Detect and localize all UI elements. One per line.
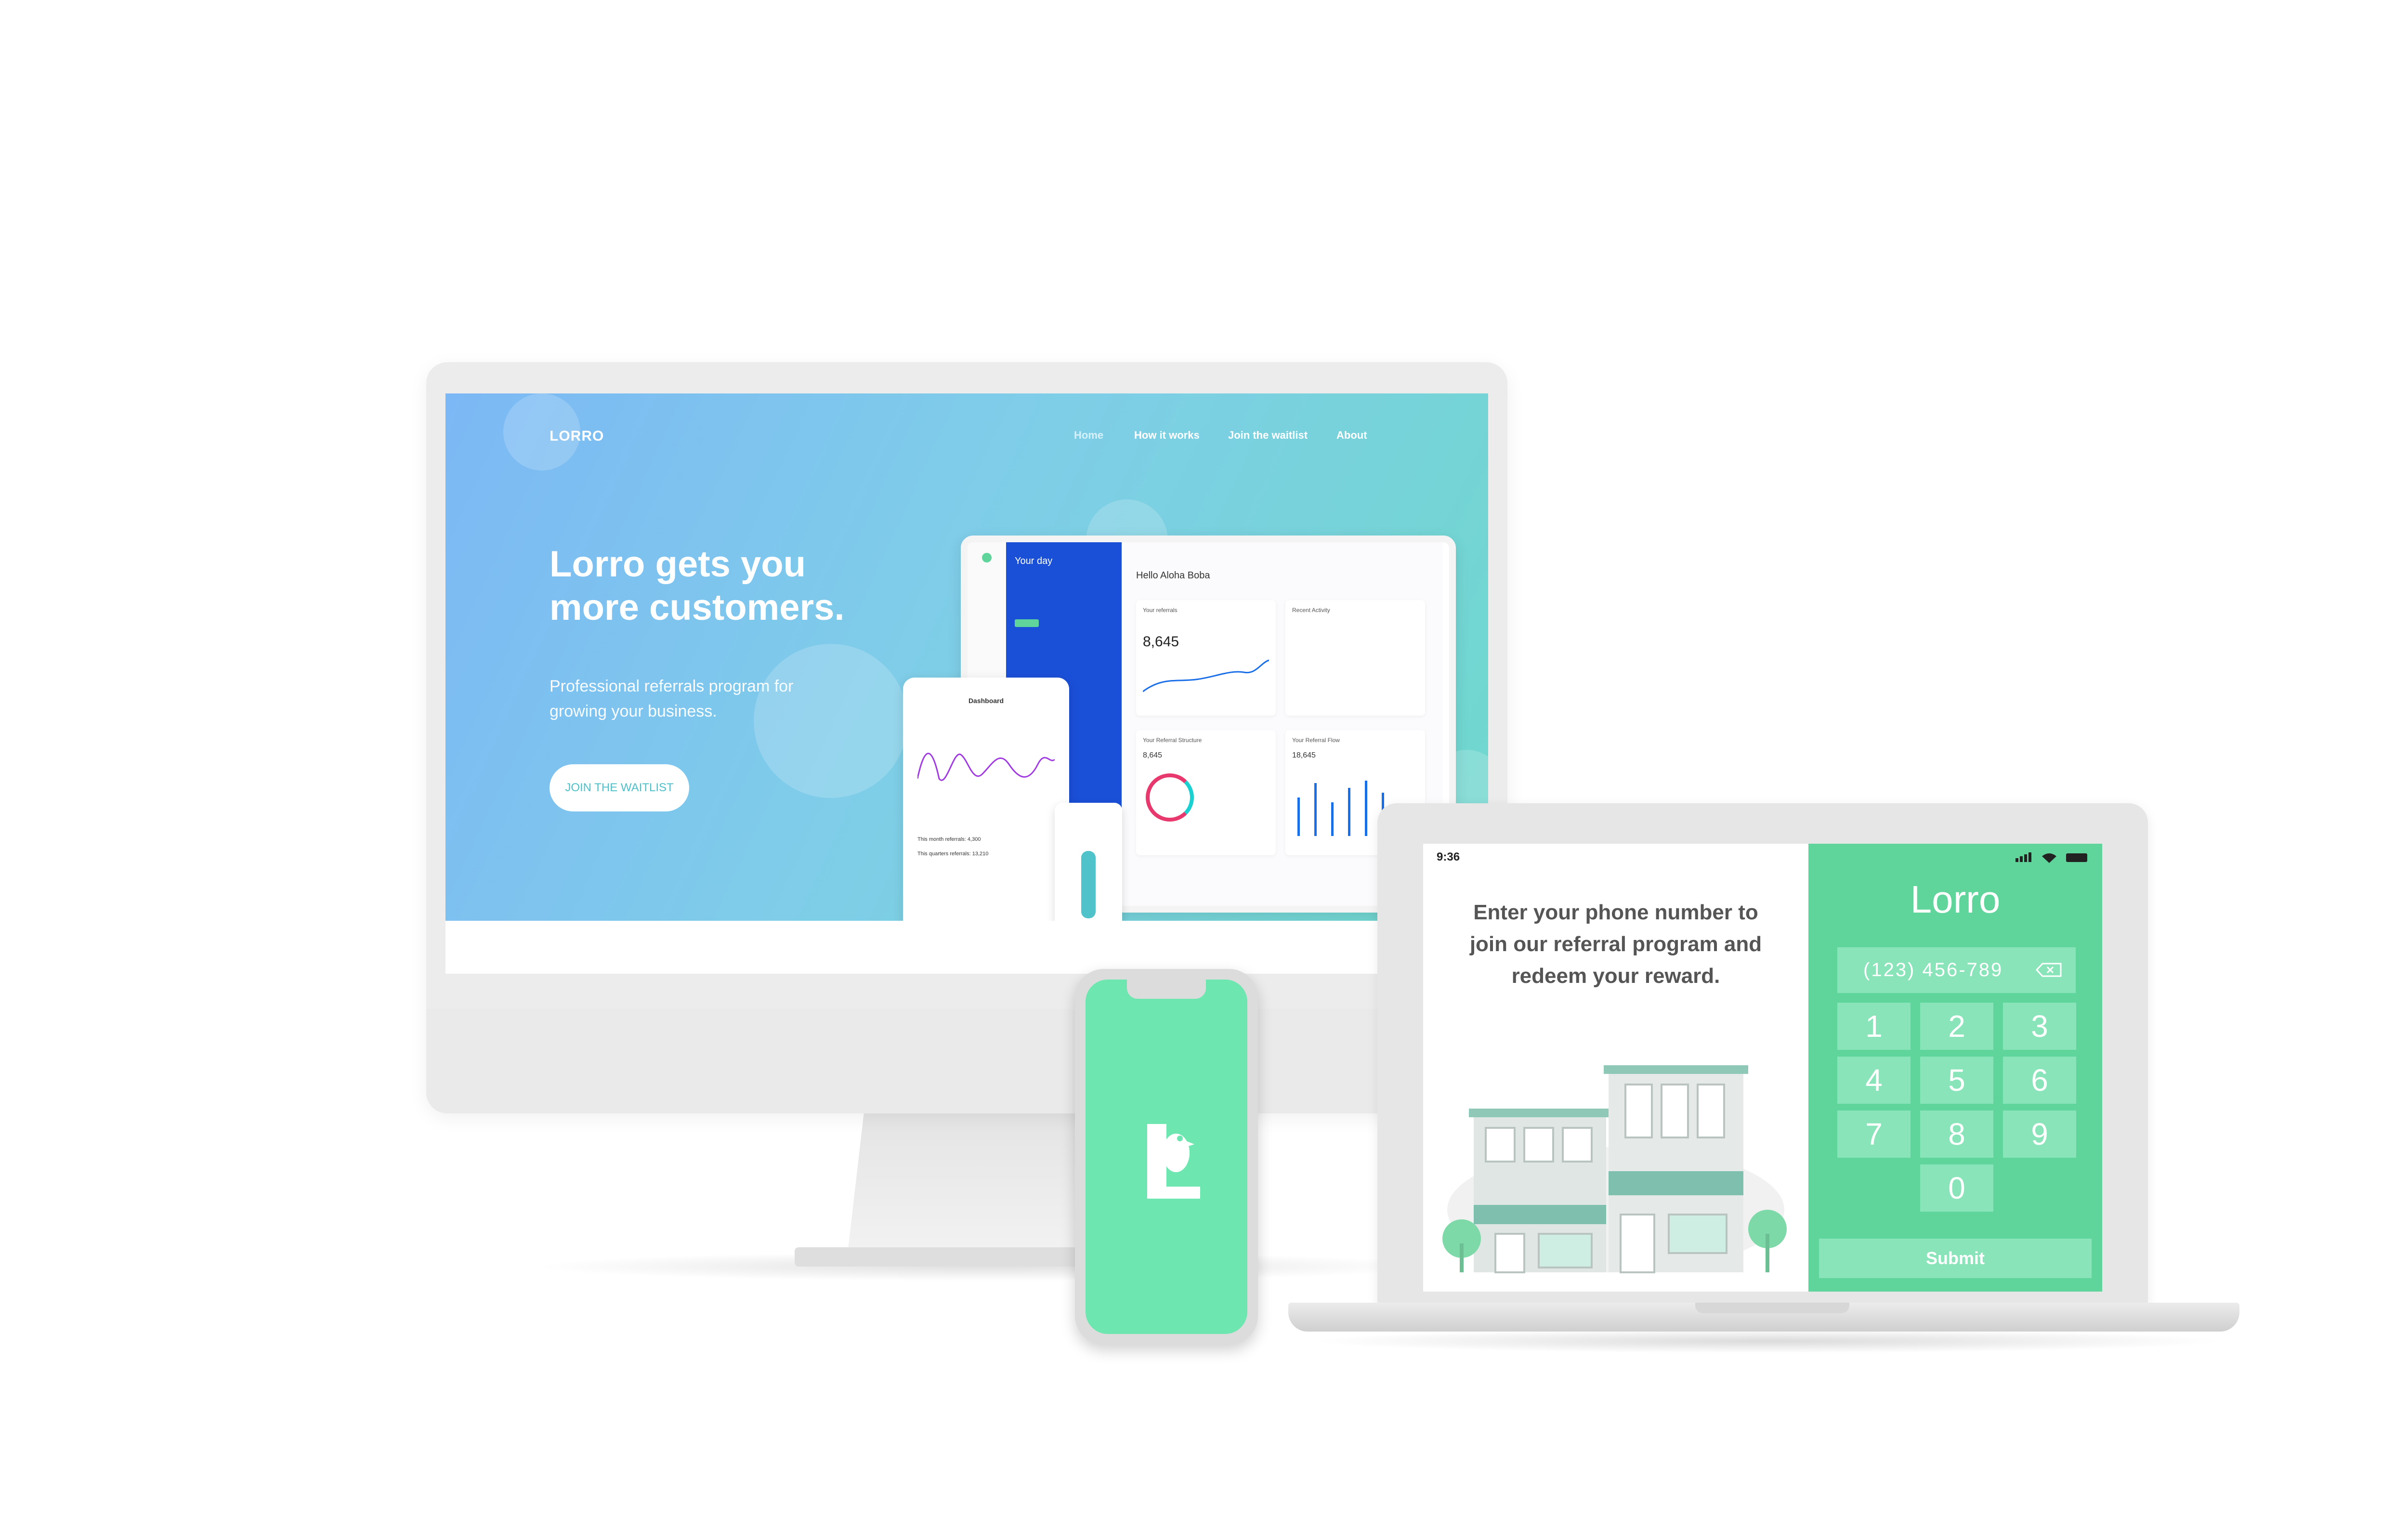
keypad-key-1[interactable]: 1 — [1837, 1003, 1911, 1050]
dashboard-logo-icon — [982, 553, 992, 562]
referrals-card-label: Your referrals — [1143, 607, 1178, 614]
laptop-shadow — [1310, 1329, 2225, 1353]
flow-card-value: 18,645 — [1292, 751, 1316, 759]
nav-join-waitlist[interactable]: Join the waitlist — [1228, 429, 1308, 442]
referrals-sparkline — [1143, 659, 1269, 693]
kiosk-prompt-line3: redeem your reward. — [1511, 964, 1720, 988]
backspace-icon[interactable] — [2036, 963, 2062, 977]
day-panel-title: Your day — [1015, 556, 1053, 566]
brand-logo[interactable]: LORRO — [550, 428, 604, 444]
keypad-key-9[interactable]: 9 — [2003, 1111, 2076, 1158]
structure-donut — [1146, 773, 1194, 822]
submit-button[interactable]: Submit — [1819, 1239, 2092, 1278]
kiosk-prompt: Enter your phone number to join our refe… — [1442, 897, 1789, 992]
keypad-key-3[interactable]: 3 — [2003, 1003, 2076, 1050]
kiosk-screen: 9:36 Enter your phone number to join our… — [1423, 844, 2102, 1292]
keypad-key-8[interactable]: 8 — [1920, 1111, 1993, 1158]
keypad-key-6[interactable]: 6 — [2003, 1057, 2076, 1104]
tablet-title: Dashboard — [968, 697, 1004, 705]
hero-headline-line2: more customers. — [550, 587, 845, 628]
keypad-key-7[interactable]: 7 — [1837, 1111, 1911, 1158]
hero-headline-line1: Lorro gets you — [550, 544, 806, 585]
figure-illustration — [1081, 851, 1096, 918]
status-time: 9:36 — [1437, 850, 1460, 863]
hero-headline: Lorro gets you more customers. — [550, 543, 887, 629]
nav-about[interactable]: About — [1336, 429, 1367, 442]
keypad-key-0[interactable]: 0 — [1920, 1164, 1993, 1212]
structure-card-label: Your Referral Structure — [1143, 737, 1202, 744]
storefront-illustration — [1442, 1065, 1787, 1273]
hero-subheadline: Professional referrals program for growi… — [550, 674, 819, 724]
activity-card-label: Recent Activity — [1292, 607, 1330, 614]
lorro-parrot-logo — [1147, 1124, 1200, 1199]
kiosk-brand: Lorro — [1910, 878, 2001, 921]
referrals-card: Your referrals 8,645 — [1136, 600, 1276, 716]
keypad-key-5[interactable]: 5 — [1920, 1057, 1993, 1104]
tablet-line-chart — [917, 753, 1055, 781]
dashboard-greeting: Hello Aloha Boba — [1136, 570, 1210, 581]
activity-card: Recent Activity — [1285, 600, 1425, 716]
flow-card-label: Your Referral Flow — [1292, 737, 1340, 744]
imac-chin — [426, 1009, 1507, 1113]
mini-phone-mockup — [1055, 803, 1122, 921]
nav-how-it-works[interactable]: How it works — [1134, 429, 1200, 442]
keypad-key-4[interactable]: 4 — [1837, 1057, 1911, 1104]
nav-home[interactable]: Home — [1074, 429, 1103, 442]
tablet-stat-month: This month referrals: 4,300 — [917, 836, 981, 842]
landing-hero: LORRO Home How it works Join the waitlis… — [445, 393, 1488, 921]
hero-subheadline-line2: growing your business. — [550, 702, 717, 720]
kiosk-prompt-line2: join our referral program and — [1469, 932, 1762, 956]
iphone-notch — [1127, 980, 1206, 999]
kiosk-left-panel: 9:36 Enter your phone number to join our… — [1423, 844, 1808, 1292]
structure-card: Your Referral Structure 8,645 — [1136, 730, 1276, 855]
imac-screen: LORRO Home How it works Join the waitlis… — [445, 393, 1488, 974]
kiosk-prompt-line1: Enter your phone number to — [1473, 901, 1758, 924]
keypad-key-2[interactable]: 2 — [1920, 1003, 1993, 1050]
iphone-screen — [1086, 980, 1247, 1334]
structure-card-value: 8,645 — [1143, 751, 1163, 759]
laptop-notch — [1695, 1303, 1849, 1313]
join-waitlist-button[interactable]: JOIN THE WAITLIST — [550, 764, 689, 811]
referrals-card-value: 8,645 — [1143, 634, 1179, 650]
status-icons — [2015, 852, 2087, 863]
day-panel-button — [1015, 619, 1039, 627]
tablet-mockup: Dashboard This month referrals: 4,300 Th… — [903, 678, 1069, 921]
tablet-stat-quarter: This quarters referrals: 13,210 — [917, 851, 989, 857]
hero-subheadline-line1: Professional referrals program for — [550, 677, 794, 695]
